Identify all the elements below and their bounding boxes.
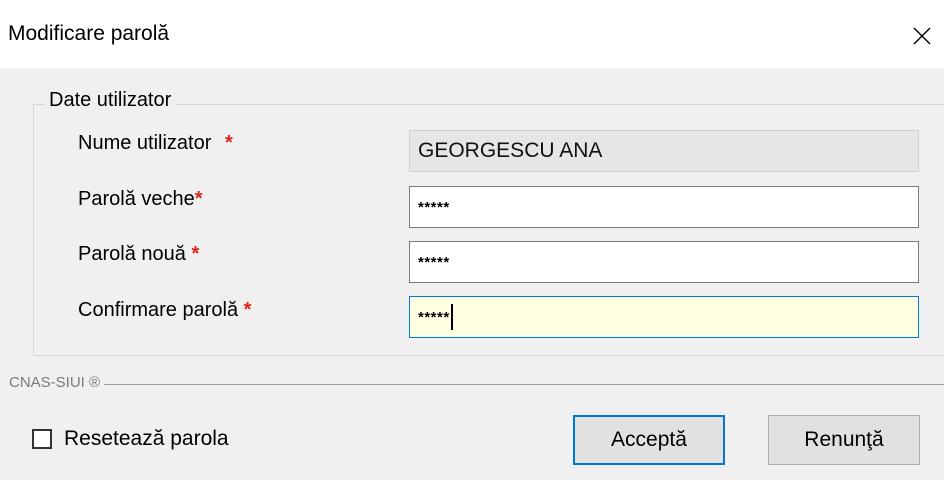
username-label-text: Nume utilizator: [78, 132, 212, 154]
confirm-password-field[interactable]: *****: [409, 296, 919, 338]
reset-password-label: Resetează parola: [64, 427, 229, 450]
old-password-label: Parolă veche*: [78, 188, 203, 211]
confirm-password-label: Confirmare parolă *: [78, 299, 251, 322]
group-legend: Date utilizator: [45, 89, 176, 112]
footer-separator: [9, 384, 944, 385]
confirm-password-value: *****: [418, 308, 450, 326]
new-password-label-text: Parolă nouă: [78, 243, 186, 265]
close-icon: [913, 27, 931, 45]
accept-button[interactable]: Acceptă: [573, 415, 725, 465]
reset-password-checkbox[interactable]: Resetează parola: [32, 427, 229, 451]
confirm-password-label-text: Confirmare parolă: [78, 299, 239, 321]
cancel-button[interactable]: Renunţă: [768, 415, 920, 465]
checkbox-icon[interactable]: [32, 429, 52, 449]
username-field: GEORGESCU ANA: [409, 130, 919, 172]
username-label: Nume utilizator *: [78, 132, 233, 155]
text-caret: [450, 304, 453, 330]
username-value: GEORGESCU ANA: [418, 139, 603, 162]
new-password-field[interactable]: *****: [409, 241, 919, 283]
required-mark: *: [191, 243, 200, 265]
required-mark: *: [243, 299, 252, 321]
required-mark: *: [194, 188, 203, 210]
new-password-value: *****: [418, 253, 450, 271]
old-password-field[interactable]: *****: [409, 186, 919, 228]
close-button[interactable]: [900, 14, 944, 58]
old-password-label-text: Parolă veche: [78, 188, 195, 210]
required-mark: *: [224, 132, 233, 154]
window-title: Modificare parolă: [8, 22, 170, 45]
new-password-label: Parolă nouă *: [78, 243, 199, 266]
old-password-value: *****: [418, 198, 450, 216]
title-bar: Modificare parolă: [0, 0, 944, 68]
brand-label: CNAS-SIUI ®: [9, 374, 105, 391]
